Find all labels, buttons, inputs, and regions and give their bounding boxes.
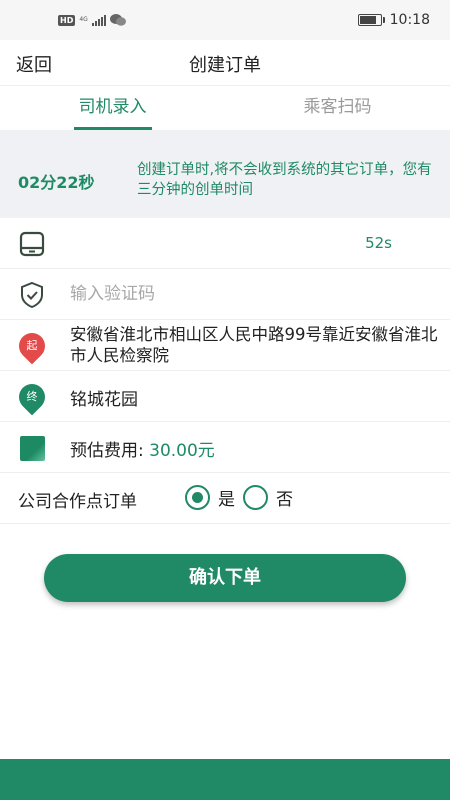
tablet-icon [18,230,46,258]
status-bar: HD 4G 10:18 [0,0,450,40]
radio-yes[interactable] [185,485,210,510]
status-right: 10:18 [357,12,430,28]
end-address: 铭城花园 [70,390,138,410]
nav-bar: 返回 创建订单 [0,40,450,86]
tab-passenger-scan[interactable]: 乘客扫码 [225,86,450,130]
tab-bar: 司机录入 乘客扫码 [0,86,450,130]
countdown-timer: 02分22秒 [18,173,95,192]
wechat-icon [109,14,126,26]
end-pin-icon: 终 [13,378,51,416]
start-address-row[interactable]: 起 安徽省淮北市相山区人民中路99号靠近安徽省淮北市人民检察院 [0,320,450,371]
shield-check-icon [18,281,46,309]
verification-code-row [0,269,450,320]
bottom-bar [0,759,450,800]
battery-level [359,16,376,24]
end-pin-label: 终 [26,390,38,403]
radio-no[interactable] [243,485,268,510]
sms-countdown: 52s [365,234,392,252]
partner-order-label: 公司合作点订单 [18,492,137,512]
partner-order-row: 公司合作点订单 是 否 [0,473,450,524]
fee-row: 预估费用: 30.00元 [0,422,450,473]
tab-driver-entry[interactable]: 司机录入 [0,86,225,130]
order-notice: 02分22秒 创建订单时,将不会收到系统的其它订单，您有三分钟的创单时间 [0,130,450,218]
fee-icon [18,434,46,462]
tab-label: 乘客扫码 [303,97,372,117]
hd-badge: HD [58,14,76,26]
verification-code-input[interactable] [70,280,410,308]
tab-label: 司机录入 [78,97,147,117]
start-pin-icon: 起 [13,327,51,365]
fee-label: 预估费用: [70,441,150,461]
partner-order-radio-group: 是 否 [185,485,301,510]
fee-value: 30.00元 [149,441,215,461]
radio-yes-label[interactable]: 是 [218,485,235,510]
back-button[interactable]: 返回 [16,51,52,77]
estimated-fee: 预估费用: 30.00元 [70,436,215,461]
phone-row: 52s [0,218,450,269]
signal-icon [91,14,106,26]
clock: 10:18 [389,12,430,28]
status-left: HD 4G [58,14,126,26]
confirm-order-button[interactable]: 确认下单 [44,554,406,602]
start-address: 安徽省淮北市相山区人民中路99号靠近安徽省淮北市人民检察院 [70,325,438,365]
notice-message: 创建订单时,将不会收到系统的其它订单，您有三分钟的创单时间 [137,162,432,198]
radio-no-label[interactable]: 否 [276,485,293,510]
end-address-row[interactable]: 终 铭城花园 [0,371,450,422]
battery-icon [357,14,385,26]
page-title: 创建订单 [189,55,261,76]
start-pin-label: 起 [26,339,38,352]
network-type: 4G [79,16,88,23]
